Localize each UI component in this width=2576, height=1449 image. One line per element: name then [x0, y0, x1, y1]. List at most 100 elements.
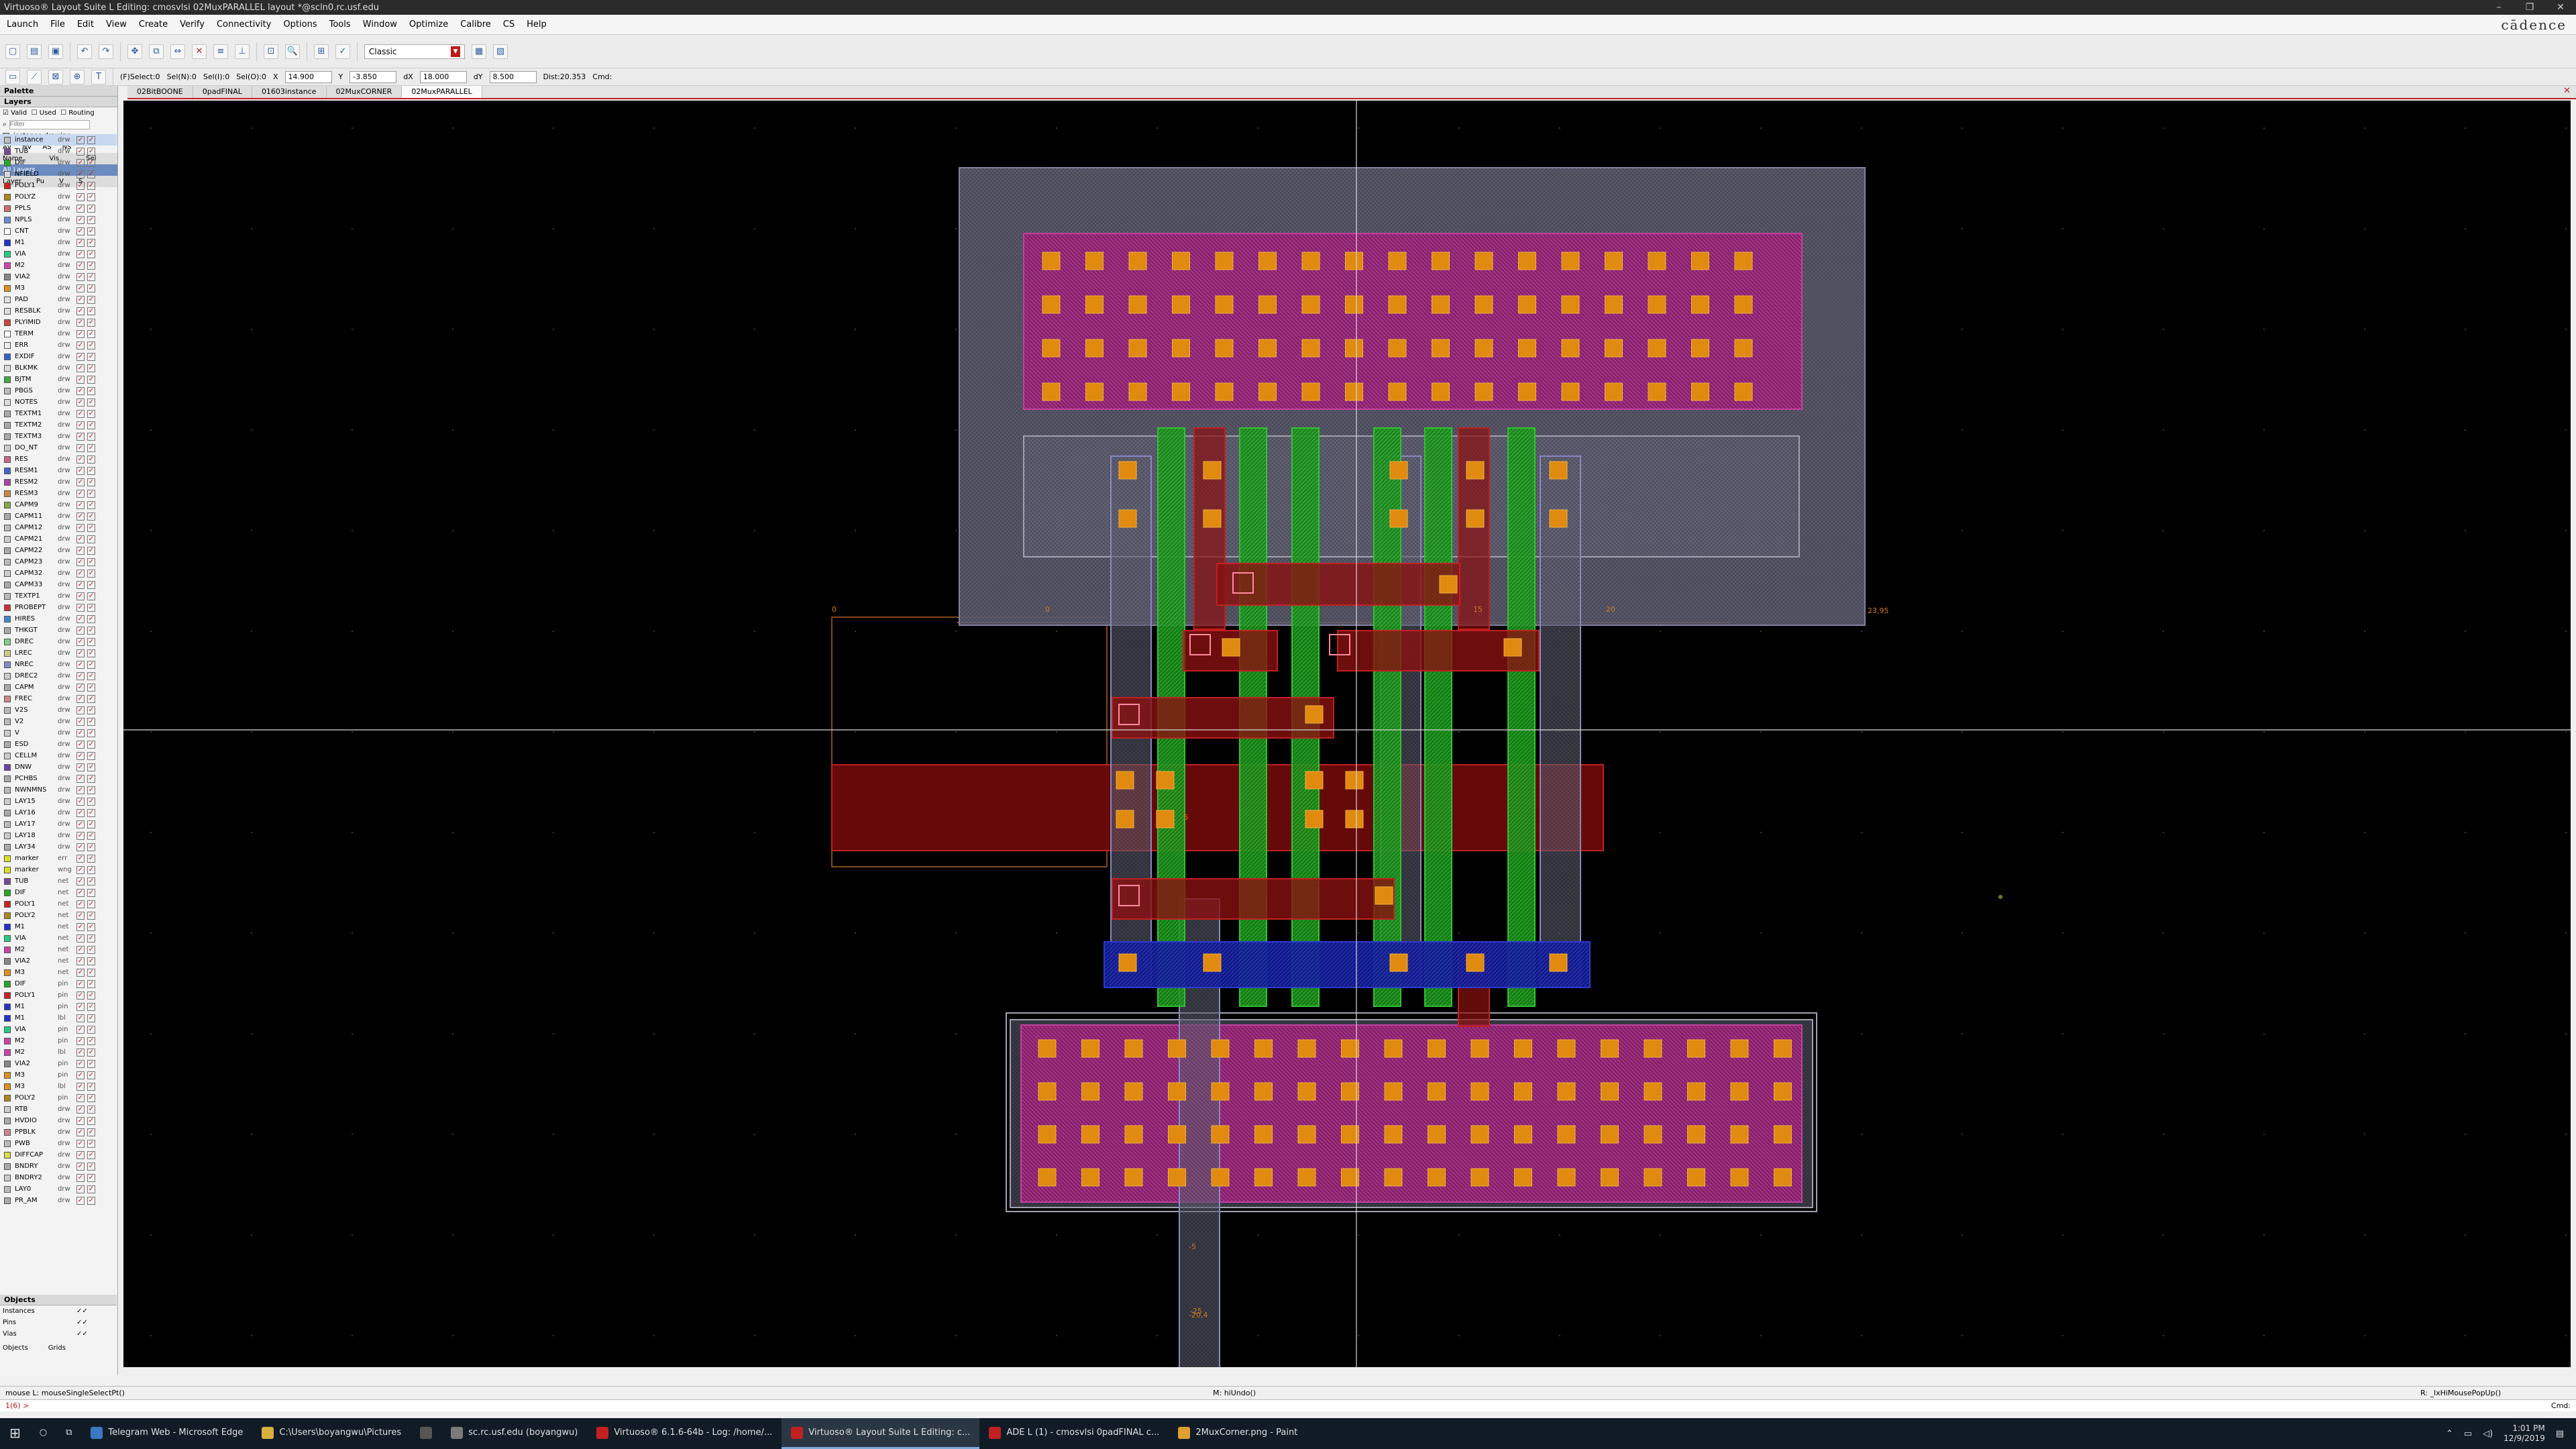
menu-create[interactable]: Create: [139, 19, 168, 30]
menu-cs[interactable]: CS: [503, 19, 515, 30]
menu-verify[interactable]: Verify: [180, 19, 205, 30]
visible-checkbox[interactable]: ✓: [76, 181, 85, 190]
visible-checkbox[interactable]: ✓: [76, 307, 85, 315]
visible-checkbox[interactable]: ✓: [76, 432, 85, 441]
selectable-checkbox[interactable]: ✓: [87, 489, 95, 498]
valid-checkbox[interactable]: ☑: [3, 109, 9, 117]
visible-checkbox[interactable]: ✓: [76, 546, 85, 555]
visible-checkbox[interactable]: ✓: [76, 763, 85, 771]
visible-checkbox[interactable]: ✓: [76, 295, 85, 304]
visible-checkbox[interactable]: ✓: [76, 261, 85, 270]
close-tab-icon[interactable]: ✕: [2558, 86, 2576, 98]
tab-grids[interactable]: Grids: [48, 1344, 66, 1352]
visible-checkbox[interactable]: ✓: [76, 1150, 85, 1159]
visible-checkbox[interactable]: ✓: [76, 637, 85, 646]
minimize-button[interactable]: –: [2483, 2, 2514, 13]
selectable-checkbox[interactable]: ✓: [87, 466, 95, 475]
visible-checkbox[interactable]: ✓: [76, 751, 85, 760]
layer-row[interactable]: CNT drw ✓ ✓: [0, 225, 117, 237]
layer-row[interactable]: CAPM drw ✓ ✓: [0, 682, 117, 693]
layer-row[interactable]: DIFFCAP drw ✓ ✓: [0, 1149, 117, 1161]
chevron-up-icon[interactable]: ⌃: [2446, 1429, 2453, 1439]
visible-checkbox[interactable]: ✓: [76, 945, 85, 954]
layer-row[interactable]: PWB drw ✓ ✓: [0, 1138, 117, 1149]
visible-checkbox[interactable]: ✓: [76, 1014, 85, 1022]
layer-row[interactable]: RESM1 drw ✓ ✓: [0, 465, 117, 476]
layer-row[interactable]: POLYZ drw ✓ ✓: [0, 191, 117, 203]
layer-row[interactable]: VIA drw ✓ ✓: [0, 248, 117, 260]
selectable-checkbox[interactable]: ✓: [87, 307, 95, 315]
visible-checkbox[interactable]: ✓: [76, 204, 85, 213]
selectable-checkbox[interactable]: ✓: [87, 1082, 95, 1091]
layer-row[interactable]: TUB drw ✓ ✓: [0, 146, 117, 157]
selectable-checkbox[interactable]: ✓: [87, 136, 95, 144]
taskbar-item-ade[interactable]: ADE L (1) - cmosvlsi 0padFINAL c...: [979, 1418, 1169, 1449]
selectable-checkbox[interactable]: ✓: [87, 751, 95, 760]
tab-02muxcorner[interactable]: 02MuxCORNER: [326, 86, 402, 98]
visible-checkbox[interactable]: ✓: [76, 1093, 85, 1102]
layer-row[interactable]: M3 drw ✓ ✓: [0, 282, 117, 294]
visible-checkbox[interactable]: ✓: [76, 843, 85, 851]
selectable-checkbox[interactable]: ✓: [87, 1105, 95, 1114]
selectable-checkbox[interactable]: ✓: [87, 398, 95, 407]
undo-icon[interactable]: ↶: [77, 44, 92, 59]
layer-row[interactable]: HIRES drw ✓ ✓: [0, 613, 117, 625]
selectable-checkbox[interactable]: ✓: [87, 443, 95, 452]
visible-checkbox[interactable]: ✓: [76, 238, 85, 247]
visible-checkbox[interactable]: ✓: [76, 717, 85, 726]
visible-checkbox[interactable]: ✓: [76, 386, 85, 395]
layer-row[interactable]: M3 pin ✓ ✓: [0, 1069, 117, 1081]
visible-checkbox[interactable]: ✓: [76, 1196, 85, 1205]
visible-checkbox[interactable]: ✓: [76, 854, 85, 863]
layer-row[interactable]: PR_AM drw ✓ ✓: [0, 1195, 117, 1206]
selectable-checkbox[interactable]: ✓: [87, 706, 95, 714]
taskbar-item-virtuoso-log[interactable]: Virtuoso® 6.1.6-64b - Log: /home/...: [587, 1418, 782, 1449]
visible-checkbox[interactable]: ✓: [76, 683, 85, 692]
visible-checkbox[interactable]: ✓: [76, 512, 85, 521]
layer-row[interactable]: TEXTP1 drw ✓ ✓: [0, 590, 117, 602]
layer-row[interactable]: VIA net ✓ ✓: [0, 932, 117, 944]
menu-connectivity[interactable]: Connectivity: [217, 19, 271, 30]
visible-checkbox[interactable]: ✓: [76, 284, 85, 292]
selectable-checkbox[interactable]: ✓: [87, 295, 95, 304]
taskbar-item-explorer[interactable]: C:\Users\boyangwu\Pictures: [252, 1418, 411, 1449]
visible-checkbox[interactable]: ✓: [76, 341, 85, 350]
layer-row[interactable]: CAPM22 drw ✓ ✓: [0, 545, 117, 556]
close-button[interactable]: ✕: [2545, 2, 2576, 13]
layer-row[interactable]: M2 pin ✓ ✓: [0, 1035, 117, 1046]
layer-filter-input[interactable]: [9, 119, 90, 129]
selectable-checkbox[interactable]: ✓: [87, 181, 95, 190]
create-label-icon[interactable]: T: [91, 69, 106, 85]
save-icon[interactable]: ▣: [48, 44, 63, 59]
selectable-checkbox[interactable]: ✓: [87, 854, 95, 863]
new-icon[interactable]: ▢: [5, 44, 20, 59]
visible-checkbox[interactable]: ✓: [76, 215, 85, 224]
visible-checkbox[interactable]: ✓: [76, 877, 85, 885]
visible-checkbox[interactable]: ✓: [76, 626, 85, 635]
taskbar-item-edge[interactable]: Telegram Web - Microsoft Edge: [81, 1418, 252, 1449]
selectable-checkbox[interactable]: ✓: [87, 1162, 95, 1171]
layer-row[interactable]: DIF net ✓ ✓: [0, 887, 117, 898]
visible-checkbox[interactable]: ✓: [76, 193, 85, 201]
layer-row[interactable]: ERR drw ✓ ✓: [0, 339, 117, 351]
layer-row[interactable]: PLYIMID drw ✓ ✓: [0, 317, 117, 328]
layer-row[interactable]: TEXTM3 drw ✓ ✓: [0, 431, 117, 442]
visible-checkbox[interactable]: ✓: [76, 888, 85, 897]
taskbar-item-virtuoso-layout[interactable]: Virtuoso® Layout Suite L Editing: c...: [782, 1418, 980, 1449]
layer-row[interactable]: M3 lbl ✓ ✓: [0, 1081, 117, 1092]
layer-row[interactable]: M1 net ✓ ✓: [0, 921, 117, 932]
notifications-icon[interactable]: ▤: [2556, 1429, 2564, 1439]
selectable-checkbox[interactable]: ✓: [87, 421, 95, 429]
layer-row[interactable]: NPLS drw ✓ ✓: [0, 214, 117, 225]
selectable-checkbox[interactable]: ✓: [87, 1116, 95, 1125]
visible-checkbox[interactable]: ✓: [76, 922, 85, 931]
object-row-pins[interactable]: Pins ✓ ✓: [0, 1317, 117, 1328]
create-path-icon[interactable]: ⟋: [27, 69, 42, 85]
layer-row[interactable]: V2 drw ✓ ✓: [0, 716, 117, 727]
selectable-checkbox[interactable]: ✓: [87, 945, 95, 954]
selectable-checkbox[interactable]: ✓: [87, 740, 95, 749]
layer-row[interactable]: M1 drw ✓ ✓: [0, 237, 117, 248]
workspace-load-icon[interactable]: ▧: [493, 44, 508, 59]
selectable-checkbox[interactable]: ✓: [87, 922, 95, 931]
layer-row[interactable]: V2S drw ✓ ✓: [0, 704, 117, 716]
